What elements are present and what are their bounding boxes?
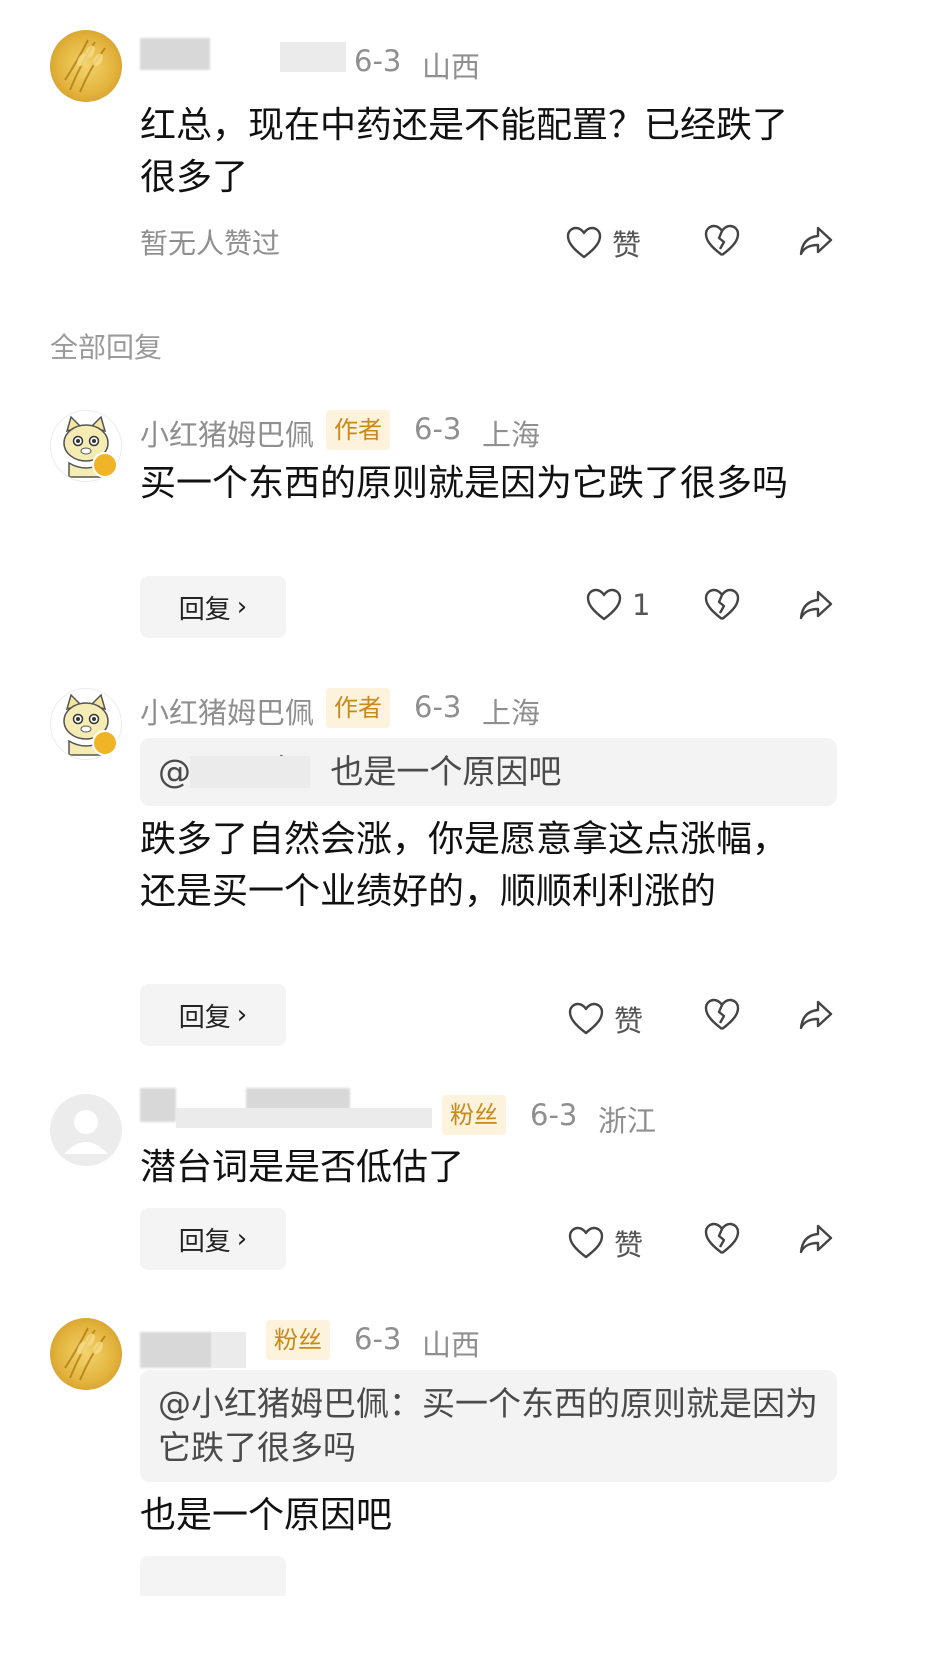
share-arrow-icon (798, 588, 834, 622)
quoted-reply[interactable]: @小红猪姆巴佩：买一个东西的原则就是因为它跌了很多吗 (140, 1370, 837, 1482)
like-count: 1 (632, 588, 651, 622)
reply-button[interactable]: 回复 › (140, 576, 286, 638)
author-tag: 作者 (326, 410, 390, 450)
fan-tag: 粉丝 (266, 1320, 330, 1360)
redacted-username-extra (212, 1332, 246, 1368)
chevron-right-icon: › (236, 1000, 248, 1030)
redacted-quote-username (190, 756, 310, 788)
redacted-username (140, 38, 210, 70)
broken-heart-icon (704, 998, 740, 1032)
broken-heart-icon (704, 224, 740, 258)
share-button[interactable] (798, 1222, 834, 1256)
chevron-right-icon: › (236, 1224, 248, 1254)
vip-badge-icon (92, 452, 118, 478)
like-label: 赞 (614, 1228, 644, 1262)
comment-date: 6-3 (354, 44, 402, 78)
quoted-text: @小红猪姆巴佩：买一个东西的原则就是因为它跌了很多吗 (158, 1384, 818, 1467)
heart-outline-icon (568, 1002, 604, 1036)
all-replies-label: 全部回复 (50, 331, 163, 364)
reply-button[interactable]: 回复 › (140, 984, 286, 1046)
like-button[interactable]: 赞 (568, 1222, 643, 1264)
dislike-button[interactable] (704, 1222, 740, 1256)
like-label: 赞 (614, 1004, 644, 1038)
heart-outline-icon (568, 1226, 604, 1260)
comment-text: 红总，现在中药还是不能配置？已经跌了很多了 (140, 105, 789, 198)
vip-badge-icon (92, 730, 118, 756)
comment-text: 跌多了自然会涨，你是愿意拿这点涨幅，还是买一个业绩好的，顺顺利利涨的 (140, 819, 789, 912)
comment-text: 买一个东西的原则就是因为它跌了很多吗 (140, 463, 789, 504)
share-button[interactable] (798, 588, 834, 622)
comment-location: 山西 (422, 1328, 481, 1362)
heart-outline-icon (586, 588, 622, 622)
chevron-right-icon: › (236, 592, 248, 622)
share-arrow-icon (798, 998, 834, 1032)
avatar[interactable] (50, 1094, 122, 1166)
reply-label: 回复 (178, 594, 231, 625)
fan-tag: 粉丝 (442, 1095, 506, 1135)
comment-date: 6-3 (354, 1322, 402, 1356)
redacted-username-extra (280, 42, 346, 72)
share-arrow-icon (798, 1222, 834, 1256)
share-button[interactable] (798, 224, 834, 258)
like-label: 赞 (612, 228, 642, 262)
dislike-button[interactable] (704, 588, 740, 622)
comment-date: 6-3 (530, 1098, 578, 1132)
reply-label: 回复 (178, 1002, 231, 1033)
reply-label: 回复 (178, 1226, 231, 1257)
redacted-username-tail (176, 1108, 432, 1128)
comment-date: 6-3 (414, 412, 462, 446)
comment-location: 上海 (482, 418, 541, 452)
comment-date: 6-3 (414, 690, 462, 724)
like-button[interactable]: 1 (586, 588, 650, 622)
comment-location: 山西 (422, 50, 481, 84)
broken-heart-icon (704, 588, 740, 622)
dislike-button[interactable] (704, 224, 740, 258)
comment-location: 浙江 (598, 1104, 657, 1138)
like-button[interactable]: 赞 (566, 222, 641, 264)
redacted-username (140, 1332, 212, 1368)
comment-text: 也是一个原因吧 (140, 1495, 393, 1536)
no-likes-text: 暂无人赞过 (140, 227, 281, 260)
redacted-username (140, 1088, 176, 1122)
reply-button[interactable]: 回复 › (140, 1208, 286, 1270)
avatar[interactable] (50, 1318, 122, 1390)
quoted-reply[interactable]: @ 金：也是一个原因吧 (140, 738, 837, 806)
reply-button-partial[interactable] (140, 1556, 286, 1596)
share-arrow-icon (798, 224, 834, 258)
username[interactable]: 小红猪姆巴佩 (140, 412, 314, 454)
dislike-button[interactable] (704, 998, 740, 1032)
username[interactable]: 小红猪姆巴佩 (140, 690, 314, 732)
heart-outline-icon (566, 226, 602, 260)
avatar[interactable] (50, 30, 122, 102)
share-button[interactable] (798, 998, 834, 1032)
broken-heart-icon (704, 1222, 740, 1256)
author-tag: 作者 (326, 688, 390, 728)
comment-location: 上海 (482, 696, 541, 730)
like-button[interactable]: 赞 (568, 998, 643, 1040)
comment-text: 潜台词是是否低估了 (140, 1147, 465, 1188)
